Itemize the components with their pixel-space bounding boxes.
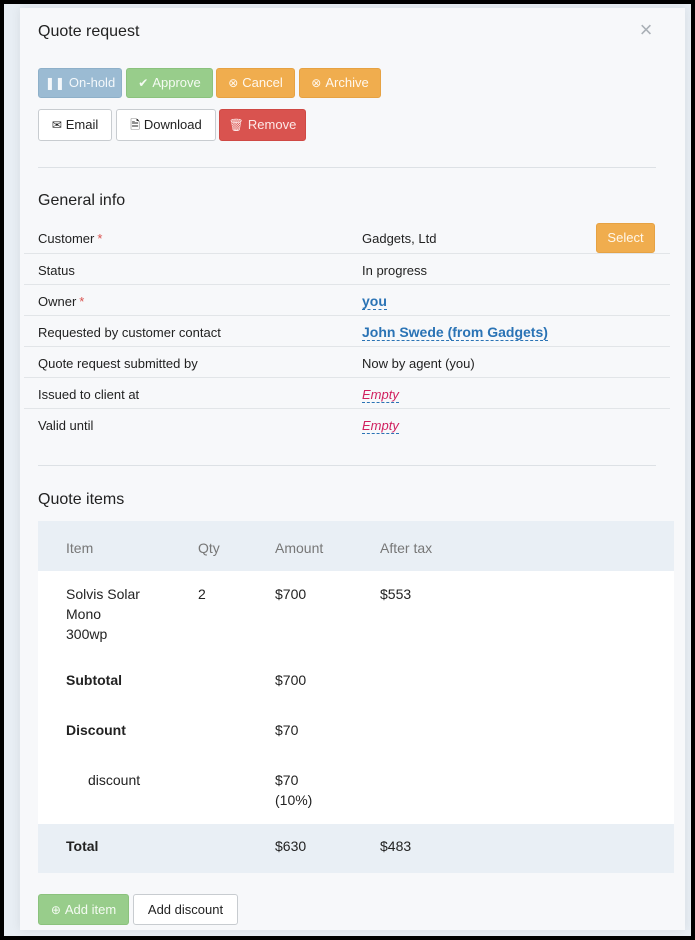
item-after-tax: $553 [380, 586, 412, 602]
total-label: Total [66, 838, 99, 854]
quote-items-table: Item Qty Amount After tax Solvis Solar M… [38, 521, 674, 873]
x-circle-icon: ⊗ [311, 76, 322, 90]
trash-icon: 🗑 [228, 118, 244, 132]
quote-items-heading: Quote items [38, 491, 125, 508]
divider [38, 465, 656, 466]
field-row-status: Status In progress [24, 253, 670, 285]
contact-link[interactable]: John Swede (from Gadgets) [362, 324, 548, 341]
field-row-issued: Issued to client at Empty [24, 377, 670, 409]
field-row-submitted-by: Quote request submitted by Now by agent … [24, 346, 670, 378]
col-item: Item [66, 540, 94, 556]
total-after-tax: $483 [380, 838, 412, 854]
discount-line-label: discount [88, 772, 141, 788]
item-name-line: Solvis Solar [66, 586, 140, 602]
discount-line-percent: (10%) [275, 792, 313, 808]
item-name-line: 300wp [66, 626, 108, 642]
envelope-icon: ✉ [51, 118, 62, 132]
issued-value: Empty [362, 387, 399, 403]
approve-button[interactable]: ✔ Approve [126, 68, 213, 98]
download-button[interactable]: 🗎 Download [116, 109, 216, 141]
field-label: Status [38, 263, 75, 278]
requested-by-value: John Swede (from Gadgets) [362, 324, 548, 341]
field-label: Issued to client at [38, 387, 140, 402]
item-qty: 2 [198, 586, 206, 602]
cancel-button[interactable]: ⊗ Cancel [216, 68, 295, 98]
field-label: Owner * [38, 294, 85, 309]
table-footer: Total $630 $483 [38, 824, 674, 873]
item-amount: $700 [275, 586, 307, 602]
pause-icon: ❚❚ [44, 76, 65, 90]
archive-button[interactable]: ⊗ Archive [299, 68, 381, 98]
field-label: Quote request submitted by [38, 356, 198, 371]
submitted-by-value: Now by agent (you) [362, 356, 475, 371]
valid-until-editable[interactable]: Empty [362, 418, 399, 434]
remove-button[interactable]: 🗑 Remove [219, 109, 306, 141]
item-name-line: Mono [66, 606, 102, 622]
owner-value: you [362, 293, 387, 310]
add-item-button[interactable]: ⊕ Add item [38, 894, 129, 925]
issued-editable[interactable]: Empty [362, 387, 399, 403]
discount-label: Discount [66, 722, 126, 738]
discount-amount: $70 [275, 722, 299, 738]
field-row-customer: Customer * Gadgets, Ltd [24, 222, 670, 253]
table-header: Item Qty Amount After tax [38, 521, 674, 571]
total-amount: $630 [275, 838, 307, 854]
quote-request-dialog: Quote request × ❚❚ On-hold ✔ Approve ⊗ Canc… [20, 8, 685, 930]
check-circle-icon: ✔ [138, 76, 149, 90]
col-qty: Qty [198, 540, 220, 556]
email-button[interactable]: ✉ Email [38, 109, 112, 141]
field-row-valid-until: Valid until Empty [24, 408, 670, 440]
on-hold-button[interactable]: ❚❚ On-hold [38, 68, 122, 98]
file-icon: 🗎 [130, 118, 140, 132]
close-icon[interactable]: × [636, 19, 656, 41]
add-discount-button[interactable]: Add discount [133, 894, 238, 925]
plus-circle-icon: ⊕ [50, 903, 61, 917]
field-row-owner: Owner * you [24, 284, 670, 316]
status-value: In progress [362, 263, 428, 278]
divider [38, 167, 656, 168]
col-amount: Amount [275, 540, 324, 556]
discount-line-amount: $70 [275, 772, 299, 788]
dialog-title: Quote request [38, 23, 140, 40]
x-circle-icon: ⊗ [228, 76, 239, 90]
field-label: Customer * [38, 231, 103, 246]
owner-link[interactable]: you [362, 293, 387, 310]
select-customer-button[interactable]: Select [596, 223, 655, 253]
subtotal-amount: $700 [275, 672, 307, 688]
customer-value: Gadgets, Ltd [362, 231, 437, 246]
field-label: Requested by customer contact [38, 325, 221, 340]
field-label: Valid until [38, 418, 94, 433]
screen-frame: Quote request × ❚❚ On-hold ✔ Approve ⊗ Canc… [4, 4, 691, 936]
subtotal-label: Subtotal [66, 672, 122, 688]
field-row-requested-by: Requested by customer contact John Swede… [24, 315, 670, 347]
valid-until-value: Empty [362, 418, 399, 434]
col-after-tax: After tax [380, 540, 433, 556]
general-info-heading: General info [38, 192, 126, 209]
